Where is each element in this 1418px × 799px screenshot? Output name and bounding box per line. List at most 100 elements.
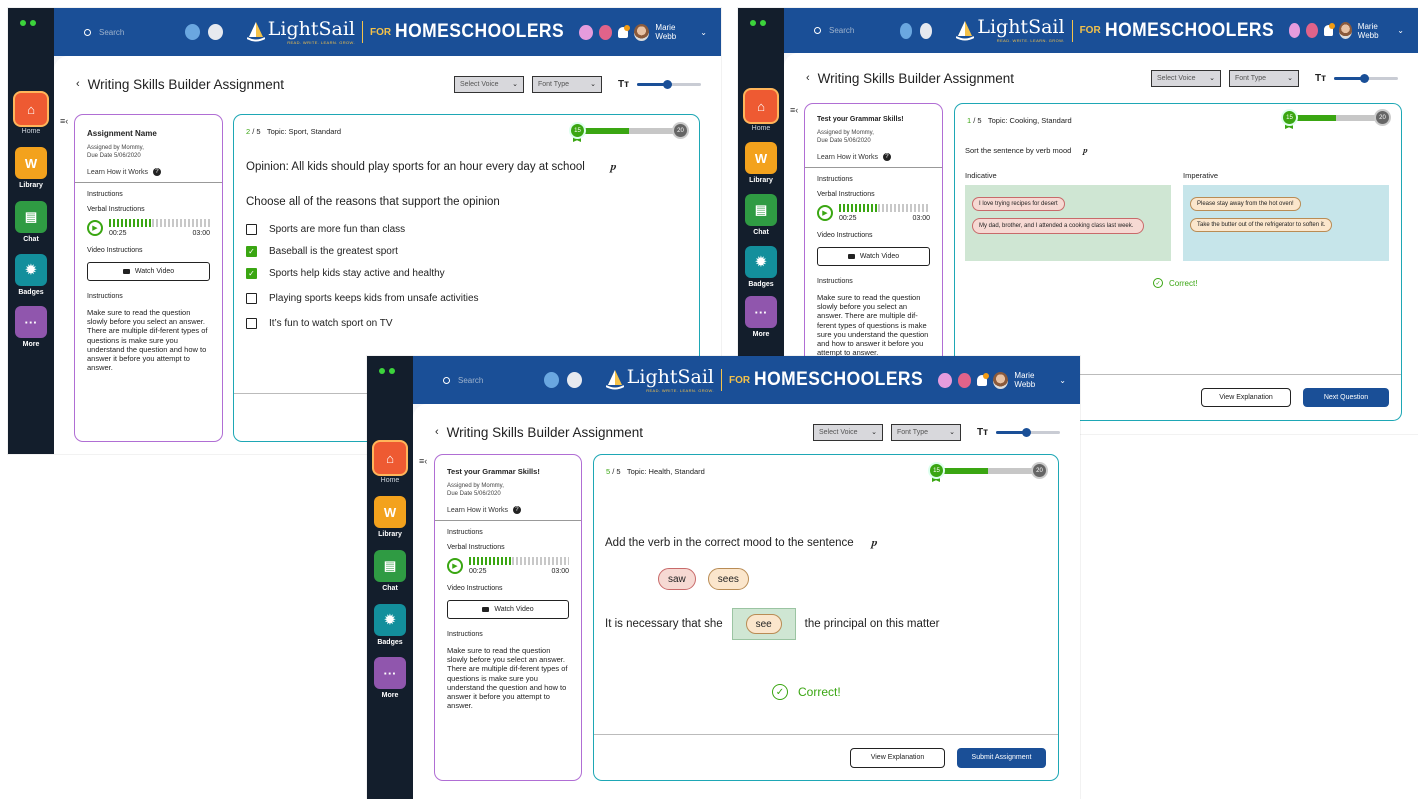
indicative-dropzone[interactable]: I love trying recipes for desert My dad,… (965, 185, 1171, 261)
collapse-panel-icon[interactable]: ≡‹ (60, 116, 68, 126)
back-icon[interactable]: ‹ (76, 78, 80, 90)
learn-how-link[interactable]: Learn How it Works? (447, 506, 569, 514)
choice-chip[interactable]: sees (707, 568, 749, 590)
sentence-chip[interactable]: Please stay away from the hot oven! (1190, 197, 1301, 211)
text-size-slider[interactable] (637, 79, 701, 89)
stack-icon[interactable] (957, 372, 972, 388)
learn-how-link[interactable]: Learn How it Works? (87, 168, 210, 176)
stack-icon[interactable] (1306, 23, 1318, 38)
submit-assignment-button[interactable]: Submit Assignment (957, 747, 1046, 768)
nav-badges[interactable]: ✹ Badges (374, 604, 406, 647)
question-prompt: Choose all of the reasons that support t… (246, 196, 500, 208)
back-icon[interactable]: ‹ (806, 72, 810, 84)
nav-chat[interactable]: ▤ Chat (374, 550, 406, 593)
check-circle-icon: ✓ (1153, 278, 1163, 288)
avatar[interactable] (993, 371, 1009, 389)
listen-icon[interactable]: 𝆏 (1083, 145, 1088, 156)
listen-icon[interactable]: 𝆏 (872, 535, 878, 550)
play-button[interactable]: ▶ (817, 205, 833, 221)
search-input[interactable]: Search (84, 28, 177, 37)
checkbox[interactable] (246, 318, 257, 329)
checkbox[interactable] (246, 293, 257, 304)
font-type-dropdown[interactable]: Font Type ⌄ (890, 423, 961, 441)
sentence-chip[interactable]: Take the butter out of the refrigerator … (1190, 218, 1333, 232)
audio-progress[interactable] (469, 557, 569, 565)
book-icon[interactable] (937, 372, 952, 388)
view-explanation-button[interactable]: View Explanation (1201, 388, 1291, 407)
text-size-slider[interactable] (996, 427, 1060, 437)
watch-video-button[interactable]: Watch Video (87, 262, 210, 281)
avatar[interactable] (1338, 22, 1352, 39)
nav-home[interactable]: ⌂ Home (15, 93, 47, 136)
nav-chat[interactable]: ▤ Chat (15, 201, 47, 244)
nav-badges[interactable]: ✹ Badges (15, 254, 47, 297)
play-button[interactable]: ▶ (447, 558, 463, 574)
audio-progress[interactable] (109, 219, 210, 227)
font-type-dropdown[interactable]: Font Type ⌄ (1228, 69, 1299, 87)
bell-icon[interactable] (977, 372, 989, 386)
imperative-dropzone[interactable]: Please stay away from the hot oven! Take… (1183, 185, 1389, 261)
play-button[interactable]: ▶ (87, 220, 103, 236)
back-icon[interactable]: ‹ (435, 426, 439, 438)
nav-more[interactable]: ··· More (745, 296, 777, 339)
stack-icon[interactable] (598, 24, 613, 40)
nav-library[interactable]: W Library (374, 496, 406, 539)
answer-dropzone[interactable]: see (731, 608, 796, 640)
checkbox[interactable] (246, 224, 257, 235)
listen-icon[interactable]: 𝆏 (611, 159, 617, 174)
nav-badges[interactable]: ✹ Badges (745, 246, 777, 289)
bell-icon[interactable] (618, 24, 630, 38)
option[interactable]: ✓ Sports help kids stay active and health… (246, 268, 479, 279)
book-icon[interactable] (578, 24, 593, 40)
option[interactable]: Playing sports keeps kids from unsafe ac… (246, 293, 479, 304)
nav-more[interactable]: ··· More (374, 657, 406, 700)
menu-icon[interactable] (919, 22, 933, 39)
chevron-down-icon[interactable]: ⌄ (1397, 26, 1404, 35)
chevron-down-icon[interactable]: ⌄ (700, 28, 707, 37)
text-size-slider[interactable] (1334, 73, 1398, 83)
sentence-chip[interactable]: I love trying recipes for desert (972, 197, 1065, 211)
question-prompt: Sort the sentence by verb mood (965, 146, 1072, 155)
checkbox[interactable]: ✓ (246, 268, 257, 279)
watch-video-button[interactable]: Watch Video (817, 247, 930, 266)
choice-chip[interactable]: saw (658, 568, 696, 590)
sentence-chip[interactable]: My dad, brother, and I attended a cookin… (972, 218, 1144, 234)
collapse-panel-icon[interactable]: ≡‹ (790, 105, 798, 115)
compass-icon[interactable] (185, 24, 200, 40)
select-voice-dropdown[interactable]: Select Voice ⌄ (453, 75, 524, 93)
bell-icon[interactable] (1323, 23, 1335, 36)
collapse-panel-icon[interactable]: ≡‹ (419, 456, 427, 466)
checkbox[interactable]: ✓ (246, 246, 257, 257)
user-name[interactable]: Marie Webb (655, 23, 694, 41)
learn-how-link[interactable]: Learn How it Works? (817, 153, 930, 161)
nav-home[interactable]: ⌂ Home (374, 442, 406, 485)
compass-icon[interactable] (544, 372, 559, 388)
audio-progress[interactable] (839, 204, 930, 212)
nav-library[interactable]: W Library (745, 142, 777, 185)
menu-icon[interactable] (566, 372, 582, 388)
option[interactable]: ✓ Baseball is the greatest sport (246, 246, 479, 257)
avatar[interactable] (634, 23, 650, 41)
search-input[interactable]: Search (814, 26, 892, 35)
chevron-down-icon[interactable]: ⌄ (1059, 376, 1066, 385)
nav-home[interactable]: ⌂ Home (745, 90, 777, 133)
nav-more[interactable]: ··· More (15, 306, 47, 349)
search-input[interactable]: Search (443, 376, 536, 385)
select-voice-dropdown[interactable]: Select Voice ⌄ (812, 423, 883, 441)
font-type-dropdown[interactable]: Font Type ⌄ (531, 75, 602, 93)
nav-library[interactable]: W Library (15, 147, 47, 190)
watch-video-button[interactable]: Watch Video (447, 600, 569, 619)
user-name[interactable]: Marie Webb (1014, 371, 1053, 389)
book-icon[interactable] (1288, 23, 1301, 38)
compass-icon[interactable] (899, 22, 912, 39)
option[interactable]: It’s fun to watch sport on TV (246, 318, 479, 329)
answer-chip[interactable]: see (745, 614, 782, 634)
option[interactable]: Sports are more fun than class (246, 224, 479, 235)
menu-icon[interactable] (207, 24, 223, 40)
nav-chat[interactable]: ▤ Chat (745, 194, 777, 237)
view-explanation-button[interactable]: View Explanation (850, 747, 945, 768)
window-question-5: ⌂ Home W Library ▤ Chat ✹ Badges ··· More Sea… (367, 356, 1080, 799)
next-question-button[interactable]: Next Question (1303, 388, 1389, 407)
select-voice-dropdown[interactable]: Select Voice ⌄ (1150, 69, 1221, 87)
user-name[interactable]: Marie Webb (1358, 22, 1392, 40)
